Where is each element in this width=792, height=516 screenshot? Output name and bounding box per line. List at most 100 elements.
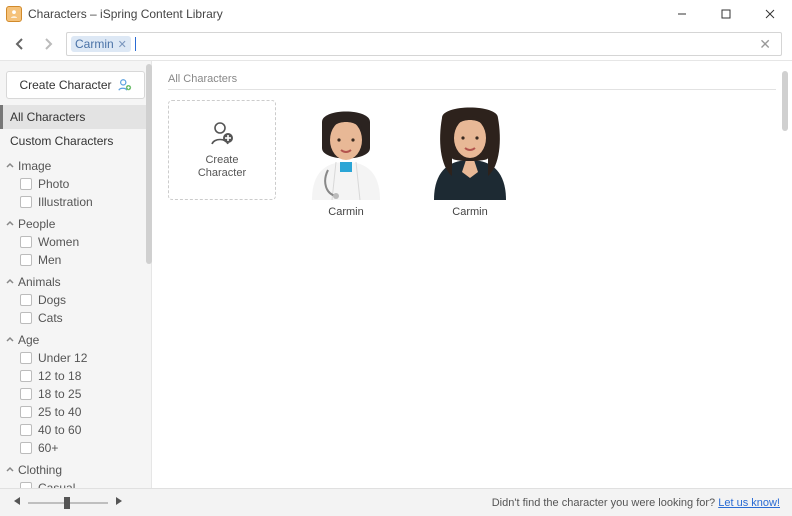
status-prompt: Didn't find the character you were looki… (492, 497, 719, 509)
filter-group-image[interactable]: Image (0, 153, 151, 175)
filter-option-12to18[interactable]: 12 to 18 (0, 367, 151, 385)
search-tag[interactable]: Carmin ✕ (71, 36, 131, 52)
filter-option-photo[interactable]: Photo (0, 175, 151, 193)
filter-option-label: Casual (38, 481, 75, 488)
filter-option-illustration[interactable]: Illustration (0, 193, 151, 211)
character-card[interactable]: Carmin (292, 100, 400, 218)
filter-option-label: Under 12 (38, 351, 87, 365)
filter-option-cats[interactable]: Cats (0, 309, 151, 327)
filter-option-label: 18 to 25 (38, 387, 81, 401)
filter-group-age[interactable]: Age (0, 327, 151, 349)
checkbox-icon (20, 424, 32, 436)
checkbox-icon (20, 312, 32, 324)
filter-option-label: Photo (38, 177, 69, 191)
create-character-tile[interactable]: Create Character (168, 100, 276, 218)
character-card[interactable]: Carmin (416, 100, 524, 218)
content-scrollbar[interactable] (782, 71, 788, 131)
checkbox-icon (20, 294, 32, 306)
search-input[interactable]: Carmin ✕ ✕ (66, 32, 782, 56)
checkbox-icon (20, 178, 32, 190)
sidebar-item-label: Custom Characters (10, 134, 113, 148)
zoom-slider[interactable] (12, 496, 124, 509)
filter-option-40to60[interactable]: 40 to 60 (0, 421, 151, 439)
filter-option-dogs[interactable]: Dogs (0, 291, 151, 309)
filter-group-label: Image (18, 159, 51, 173)
nav-row: Carmin ✕ ✕ (0, 28, 792, 60)
filter-option-label: 12 to 18 (38, 369, 81, 383)
forward-button[interactable] (38, 34, 58, 54)
search-clear-icon[interactable]: ✕ (753, 36, 777, 53)
chevron-up-icon (6, 278, 14, 286)
filter-group-label: Clothing (18, 463, 62, 477)
filter-group-label: Animals (18, 275, 61, 289)
character-thumbnail (292, 100, 400, 200)
checkbox-icon (20, 236, 32, 248)
search-tag-remove-icon[interactable]: ✕ (118, 38, 127, 51)
filter-group-label: Age (18, 333, 39, 347)
filter-option-women[interactable]: Women (0, 233, 151, 251)
section-title: All Characters (168, 73, 776, 85)
character-grid: Create Character (168, 100, 776, 218)
create-tile-label: Create Character (198, 154, 246, 180)
filter-group-animals[interactable]: Animals (0, 269, 151, 291)
back-button[interactable] (10, 34, 30, 54)
sidebar-item-all-characters[interactable]: All Characters (0, 105, 151, 129)
filter-option-men[interactable]: Men (0, 251, 151, 269)
sidebar-item-custom-characters[interactable]: Custom Characters (0, 129, 151, 153)
text-caret (135, 37, 136, 51)
character-thumbnail (416, 100, 524, 200)
checkbox-icon (20, 406, 32, 418)
close-button[interactable] (748, 0, 792, 28)
checkbox-icon (20, 196, 32, 208)
person-plus-icon (118, 78, 132, 92)
filter-option-label: Men (38, 253, 61, 267)
filter-option-under12[interactable]: Under 12 (0, 349, 151, 367)
filter-option-label: 25 to 40 (38, 405, 81, 419)
filter-option-label: 60+ (38, 441, 58, 455)
filter-option-18to25[interactable]: 18 to 25 (0, 385, 151, 403)
titlebar: Characters – iSpring Content Library (0, 0, 792, 28)
filter-option-label: 40 to 60 (38, 423, 81, 437)
checkbox-icon (20, 254, 32, 266)
create-character-button[interactable]: Create Character (6, 71, 145, 99)
create-character-label: Create Character (19, 78, 111, 92)
chevron-up-icon (6, 466, 14, 474)
zoom-in-icon[interactable] (114, 496, 124, 509)
create-tile-label-line2: Character (198, 167, 246, 180)
app-icon (6, 6, 22, 22)
create-tile-label-line1: Create (198, 154, 246, 167)
search-tag-label: Carmin (75, 37, 114, 51)
slider-thumb[interactable] (64, 497, 70, 509)
window-title: Characters – iSpring Content Library (28, 7, 223, 21)
person-plus-icon (209, 120, 235, 146)
filter-group-people[interactable]: People (0, 211, 151, 233)
status-bar: Didn't find the character you were looki… (0, 488, 792, 516)
maximize-button[interactable] (704, 0, 748, 28)
filter-group-label: People (18, 217, 55, 231)
filter-option-25to40[interactable]: 25 to 40 (0, 403, 151, 421)
checkbox-icon (20, 370, 32, 382)
chevron-up-icon (6, 336, 14, 344)
chevron-up-icon (6, 220, 14, 228)
filter-option-label: Cats (38, 311, 63, 325)
filter-panel: Image Photo Illustration People Women Me… (0, 153, 151, 488)
character-name: Carmin (416, 206, 524, 218)
filter-option-label: Women (38, 235, 79, 249)
zoom-out-icon[interactable] (12, 496, 22, 509)
minimize-button[interactable] (660, 0, 704, 28)
section-divider (168, 89, 776, 90)
filter-option-casual[interactable]: Casual (0, 479, 151, 488)
filter-option-60plus[interactable]: 60+ (0, 439, 151, 457)
checkbox-icon (20, 352, 32, 364)
checkbox-icon (20, 388, 32, 400)
feedback-link[interactable]: Let us know! (718, 497, 780, 509)
content-area: All Characters Create (152, 61, 792, 488)
sidebar-item-label: All Characters (10, 110, 85, 124)
filter-option-label: Dogs (38, 293, 66, 307)
sidebar: Create Character All Characters Custom C… (0, 61, 152, 488)
slider-track[interactable] (28, 502, 108, 504)
filter-group-clothing[interactable]: Clothing (0, 457, 151, 479)
checkbox-icon (20, 442, 32, 454)
chevron-up-icon (6, 162, 14, 170)
sidebar-categories: All Characters Custom Characters (0, 105, 151, 153)
